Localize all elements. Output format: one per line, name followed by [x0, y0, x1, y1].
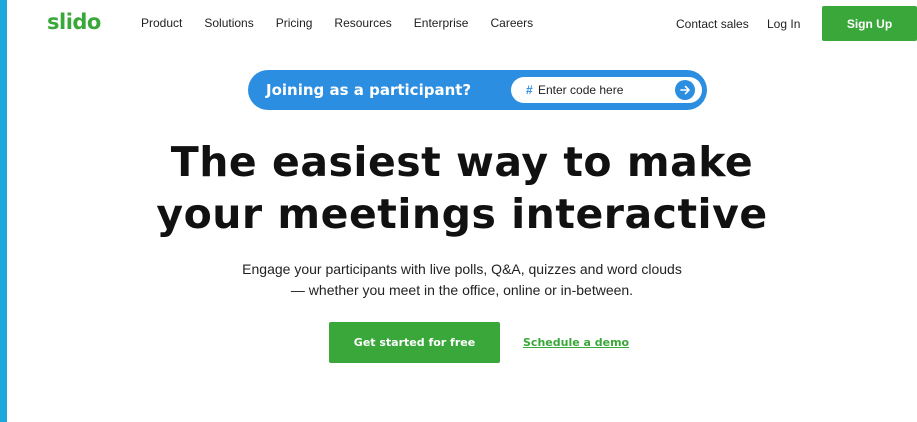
nav-product[interactable]: Product — [141, 16, 182, 30]
subheadline-line-1: Engage your participants with live polls… — [242, 261, 682, 277]
slido-logo[interactable]: slido — [47, 10, 101, 34]
main-nav: Product Solutions Pricing Resources Ente… — [141, 16, 555, 30]
page: slido Product Solutions Pricing Resource… — [7, 0, 917, 422]
nav-resources[interactable]: Resources — [334, 16, 391, 30]
participant-label: Joining as a participant? — [266, 81, 472, 99]
get-started-button[interactable]: Get started for free — [329, 322, 500, 363]
hero-headline: The easiest way to make your meetings in… — [7, 136, 917, 240]
subheadline-line-2: — whether you meet in the office, online… — [290, 282, 634, 298]
nav-careers[interactable]: Careers — [490, 16, 533, 30]
event-code-input[interactable] — [538, 81, 668, 99]
nav-solutions[interactable]: Solutions — [204, 16, 253, 30]
nav-pricing[interactable]: Pricing — [276, 16, 313, 30]
arrow-right-icon — [680, 85, 690, 95]
hash-icon: # — [526, 83, 533, 97]
contact-sales-link[interactable]: Contact sales — [676, 17, 749, 31]
hero-subheadline: Engage your participants with live polls… — [7, 259, 917, 301]
headline-line-2: your meetings interactive — [156, 190, 768, 238]
schedule-demo-link[interactable]: Schedule a demo — [523, 336, 629, 349]
login-link[interactable]: Log In — [767, 17, 800, 31]
event-code-box[interactable]: # — [511, 77, 702, 103]
sign-up-button[interactable]: Sign Up — [822, 6, 917, 41]
nav-enterprise[interactable]: Enterprise — [414, 16, 469, 30]
participant-join-bar: Joining as a participant? # — [248, 70, 707, 110]
headline-line-1: The easiest way to make — [170, 138, 754, 186]
join-submit-button[interactable] — [675, 80, 695, 100]
